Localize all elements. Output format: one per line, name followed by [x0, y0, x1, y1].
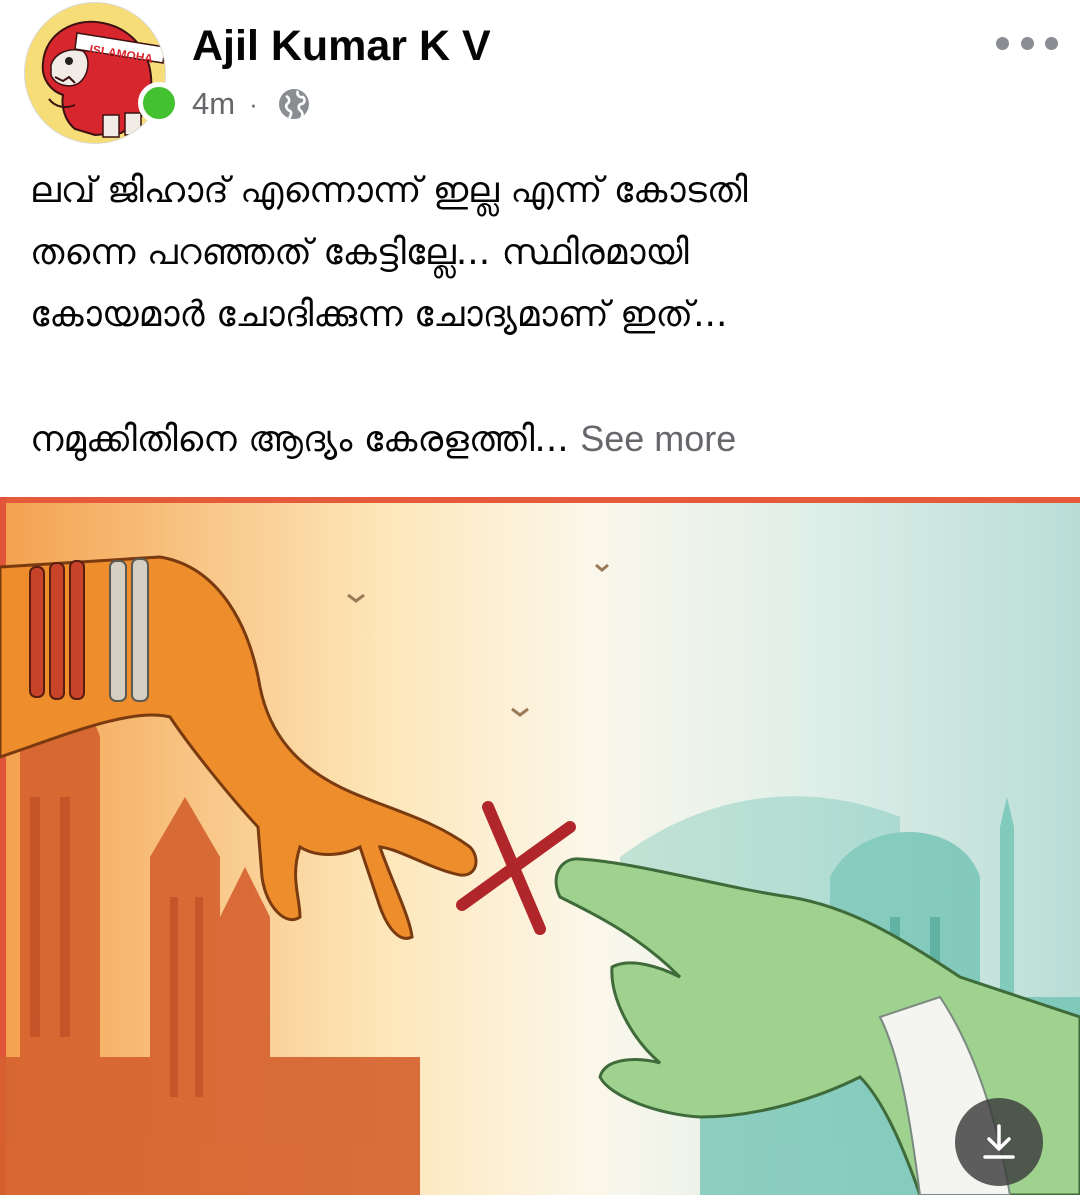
see-more-link[interactable]: See more [580, 418, 736, 459]
illustration-hands-image [0, 497, 1080, 1195]
post-text-line: കോയമാർ ചോദിക്കുന്ന ചോദ്യമാണ് ഇത്... [30, 294, 728, 335]
author-name[interactable]: Ajil Kumar K V [192, 22, 491, 71]
post-timestamp[interactable]: 4m [192, 86, 235, 122]
facebook-post: ISLAMOHA Ajil Kumar K V 4m · ലവ് ജിഹാദ് … [0, 0, 1080, 1195]
meta-separator: · [249, 88, 258, 119]
author-avatar[interactable]: ISLAMOHA [24, 2, 166, 144]
post-text: ലവ് ജിഹാദ് എന്നൊന്ന് ഇല്ല എന്ന് കോടതി തന… [30, 160, 1040, 471]
post-text-truncated: നമുക്കിതിനെ ആദ്യം കേരളത്തി... [30, 419, 569, 460]
post-text-line: ലവ് ജിഹാദ് എന്നൊന്ന് ഇല്ല എന്ന് കോടതി [30, 170, 748, 211]
more-options-button[interactable] [996, 28, 1058, 58]
more-dot [1045, 36, 1058, 50]
more-horizontal-icon [996, 36, 1009, 50]
post-text-line: തന്നെ പറഞ്ഞത് കേട്ടില്ലേ... സ്ഥിരമായി [30, 232, 689, 273]
download-icon [983, 1124, 1015, 1159]
post-text-last-line: നമുക്കിതിനെ ആദ്യം കേരളത്തി... See more [30, 408, 1040, 471]
globe-icon[interactable] [276, 86, 312, 122]
post-image[interactable] [0, 497, 1080, 1195]
online-status-indicator [138, 82, 180, 124]
post-meta: 4m · [192, 82, 312, 126]
more-dot [1020, 36, 1034, 50]
bulldog-cartoon-icon: ISLAMOHA [25, 3, 165, 143]
download-button[interactable] [955, 1098, 1043, 1186]
